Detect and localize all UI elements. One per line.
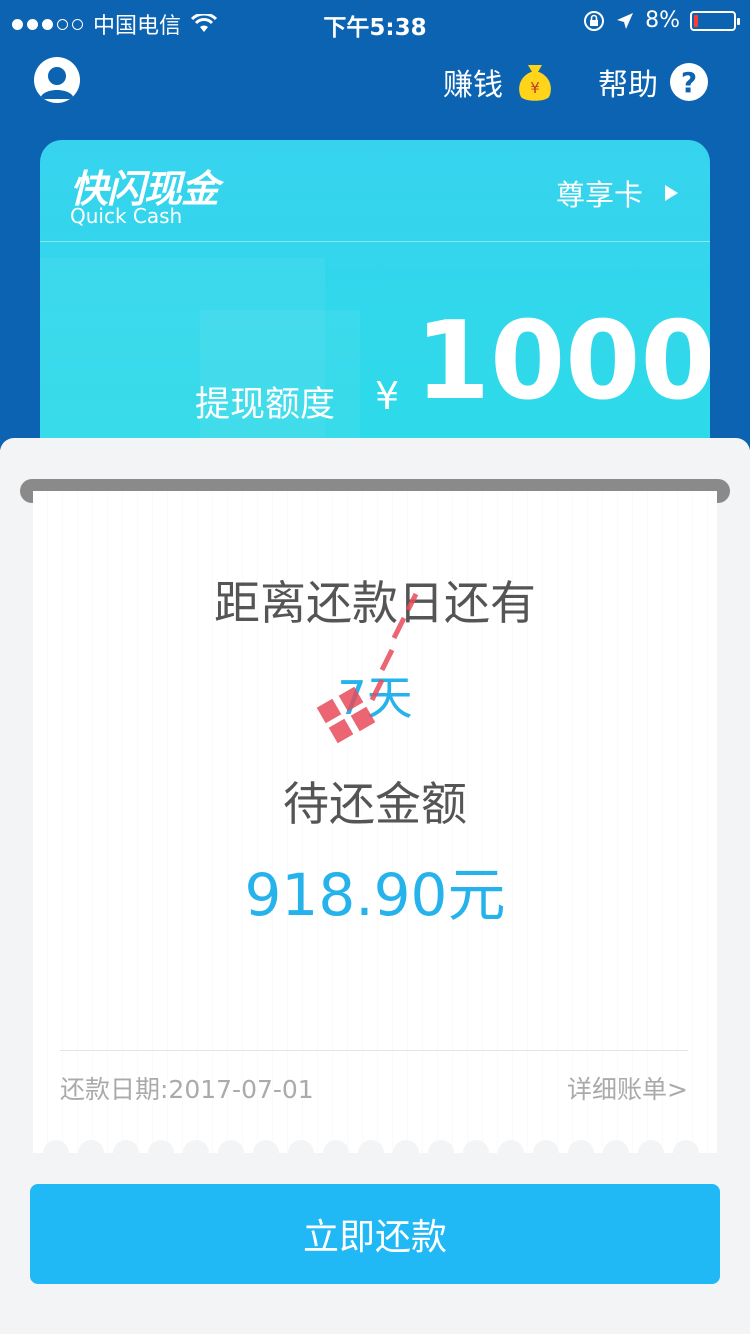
money-bag-icon: ¥ <box>519 65 551 101</box>
credit-card: 快闪现金 Quick Cash 尊享卡 提现额度 ¥ 1000 <box>40 140 710 460</box>
battery-percent: 8% <box>645 8 680 33</box>
amount-due-label: 待还金额 <box>283 777 467 831</box>
help-icon: ? <box>670 63 708 101</box>
status-right: 8% <box>583 8 740 33</box>
tier-label: 尊享卡 <box>555 178 643 212</box>
days-remaining: 7天 <box>337 671 413 725</box>
amount-due-value: 918.90元 <box>244 861 506 929</box>
tier-link[interactable]: 尊享卡 <box>556 172 678 214</box>
limit-label: 提现额度 <box>195 385 336 425</box>
bill-details-link[interactable]: 详细账单> <box>567 1070 688 1106</box>
due-date: 还款日期:2017-07-01 <box>60 1075 314 1104</box>
brand-subtitle: Quick Cash <box>70 204 183 228</box>
location-arrow-icon <box>617 12 634 29</box>
receipt-scalloped-edge <box>33 1140 717 1168</box>
avatar-icon[interactable] <box>34 57 80 103</box>
svg-text:¥: ¥ <box>530 79 540 97</box>
battery-icon <box>690 10 740 31</box>
repay-now-button[interactable]: 立即还款 <box>30 1184 720 1284</box>
limit-amount: 1000 <box>415 299 710 424</box>
help-label: 帮助 <box>598 68 658 103</box>
earn-label: 赚钱 <box>443 68 503 103</box>
status-bar: 中国电信 下午5:38 8% <box>0 0 750 42</box>
currency-symbol: ¥ <box>375 374 400 418</box>
help-link[interactable]: 帮助 ? <box>598 60 708 104</box>
rotation-lock-icon <box>584 10 605 31</box>
play-arrow-icon <box>665 185 678 201</box>
earn-money-link[interactable]: 赚钱 ¥ <box>443 60 555 104</box>
card-divider <box>40 241 710 242</box>
receipt-divider <box>60 1050 688 1051</box>
countdown-title: 距离还款日还有 <box>214 576 536 630</box>
